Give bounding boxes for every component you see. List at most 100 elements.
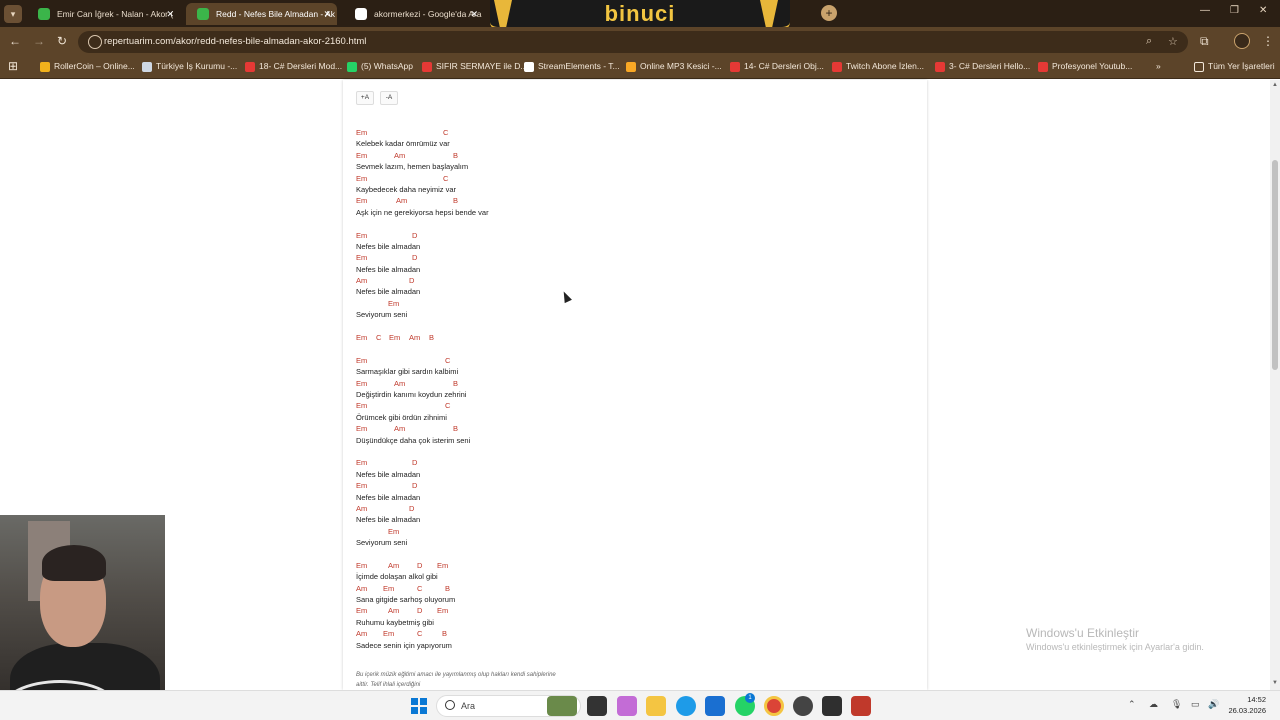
bookmark-item[interactable]: Türkiye İş Kurumu -... bbox=[142, 61, 237, 72]
tray-overflow-icon[interactable]: ⌃ bbox=[1128, 699, 1136, 710]
browser-tab[interactable]: Emir Can İğrek - Nalan - Akor (✕ bbox=[27, 3, 180, 25]
chord[interactable]: D bbox=[412, 230, 417, 241]
bookmark-item[interactable]: 18- C# Dersleri Mod... bbox=[245, 61, 342, 72]
chord[interactable]: Am bbox=[388, 605, 399, 616]
chord[interactable]: Em bbox=[383, 583, 394, 594]
chord[interactable]: D bbox=[409, 275, 414, 286]
chord[interactable]: C bbox=[445, 355, 450, 366]
url-text[interactable]: repertuarim.com/akor/redd-nefes-bile-alm… bbox=[104, 36, 366, 47]
chord[interactable]: B bbox=[453, 423, 458, 434]
chord[interactable]: D bbox=[412, 457, 417, 468]
onedrive-icon[interactable]: ☁ bbox=[1149, 699, 1158, 710]
chord[interactable]: Am bbox=[394, 378, 405, 389]
windows-start-icon[interactable] bbox=[411, 698, 427, 714]
copilot-icon[interactable] bbox=[617, 696, 637, 716]
apps-grid-icon[interactable]: ⊞ bbox=[8, 59, 18, 73]
bookmark-item[interactable]: SIFIR SERMAYE ile D... bbox=[422, 61, 527, 72]
chord[interactable]: D bbox=[417, 560, 422, 571]
chord[interactable]: D bbox=[412, 480, 417, 491]
chord[interactable]: Em bbox=[383, 628, 394, 639]
chord[interactable]: Am bbox=[396, 195, 407, 206]
bookmark-item[interactable]: (5) WhatsApp bbox=[347, 61, 413, 72]
profile-avatar[interactable] bbox=[1234, 33, 1250, 49]
chord[interactable]: Em bbox=[356, 560, 367, 571]
font-decrease-button[interactable]: -A bbox=[380, 91, 398, 105]
chord[interactable]: Em bbox=[356, 332, 367, 343]
maximize-icon[interactable]: ❐ bbox=[1230, 5, 1239, 16]
bookmark-item[interactable]: Twitch Abone İzlen... bbox=[832, 61, 924, 72]
edge-icon[interactable] bbox=[676, 696, 696, 716]
chord[interactable]: C bbox=[417, 628, 422, 639]
bookmarks-overflow-icon[interactable]: » bbox=[1148, 61, 1161, 71]
bookmark-item[interactable]: StreamElements - T... bbox=[524, 61, 620, 72]
chord[interactable]: Em bbox=[356, 252, 367, 263]
voicemeeter-icon[interactable] bbox=[851, 696, 871, 716]
reload-icon[interactable]: ↻ bbox=[57, 34, 67, 48]
system-clock[interactable]: 14:52 26.03.2026 bbox=[1226, 694, 1266, 716]
chord[interactable]: Em bbox=[356, 457, 367, 468]
chord[interactable]: Em bbox=[356, 230, 367, 241]
chord[interactable]: B bbox=[453, 150, 458, 161]
chord[interactable]: C bbox=[443, 173, 448, 184]
page-scrollbar[interactable]: ▲ ▼ bbox=[1270, 80, 1280, 690]
site-info-icon[interactable] bbox=[88, 35, 102, 49]
chord[interactable]: C bbox=[376, 332, 381, 343]
bookmark-star-icon[interactable]: ☆ bbox=[1168, 35, 1178, 48]
store-icon[interactable] bbox=[705, 696, 725, 716]
chord[interactable]: Em bbox=[356, 605, 367, 616]
extensions-icon[interactable]: ⧉ bbox=[1200, 34, 1209, 49]
tab-close-icon[interactable]: ✕ bbox=[166, 3, 174, 25]
scroll-up-icon[interactable]: ▲ bbox=[1272, 82, 1278, 88]
scroll-thumb[interactable] bbox=[1272, 160, 1278, 370]
chord[interactable]: Em bbox=[356, 400, 367, 411]
chord[interactable]: Em bbox=[388, 526, 399, 537]
chrome-icon[interactable] bbox=[764, 696, 784, 716]
chord[interactable]: Em bbox=[356, 173, 367, 184]
file-explorer-icon[interactable] bbox=[646, 696, 666, 716]
chord[interactable]: Am bbox=[388, 560, 399, 571]
chord[interactable]: C bbox=[417, 583, 422, 594]
tab-close-icon[interactable]: ✕ bbox=[323, 3, 331, 25]
bookmark-item[interactable]: Online MP3 Kesici -... bbox=[626, 61, 722, 72]
bookmark-item[interactable]: RollerCoin – Online... bbox=[40, 61, 135, 72]
network-icon[interactable]: ▭ bbox=[1191, 699, 1200, 710]
chord[interactable]: Em bbox=[388, 298, 399, 309]
chord[interactable]: Em bbox=[356, 378, 367, 389]
chord[interactable]: Am bbox=[356, 583, 367, 594]
chord[interactable]: D bbox=[417, 605, 422, 616]
browser-tab[interactable]: akormerkezi - Google'da Ara ✕ bbox=[344, 3, 484, 25]
chord[interactable]: B bbox=[453, 195, 458, 206]
obs-icon[interactable] bbox=[793, 696, 813, 716]
chord[interactable]: Em bbox=[356, 150, 367, 161]
bookmark-item[interactable]: Profesyonel Youtub... bbox=[1038, 61, 1132, 72]
zoom-icon[interactable]: ⌕ bbox=[1146, 35, 1152, 48]
tab-search-icon[interactable]: ▾ bbox=[4, 5, 22, 23]
forward-icon[interactable]: → bbox=[33, 34, 45, 48]
chord[interactable]: Am bbox=[356, 503, 367, 514]
chord[interactable]: D bbox=[409, 503, 414, 514]
scroll-down-icon[interactable]: ▼ bbox=[1272, 680, 1278, 686]
chord[interactable]: Am bbox=[394, 150, 405, 161]
chord[interactable]: Em bbox=[437, 560, 448, 571]
font-increase-button[interactable]: +A bbox=[356, 91, 374, 105]
back-icon[interactable]: ← bbox=[9, 34, 21, 48]
chord[interactable]: Em bbox=[356, 480, 367, 491]
volume-icon[interactable]: 🔊 bbox=[1208, 699, 1219, 710]
chord[interactable]: Em bbox=[356, 195, 367, 206]
chord[interactable]: Am bbox=[356, 275, 367, 286]
browser-tab[interactable]: Redd - Nefes Bile Almadan - Ak ✕ bbox=[186, 3, 337, 25]
browser-menu-icon[interactable]: ⋮ bbox=[1262, 34, 1274, 48]
chord[interactable]: Em bbox=[356, 127, 367, 138]
chord[interactable]: B bbox=[442, 628, 447, 639]
chord[interactable]: Em bbox=[437, 605, 448, 616]
app-icon[interactable] bbox=[822, 696, 842, 716]
chord[interactable]: B bbox=[445, 583, 450, 594]
chord[interactable]: Em bbox=[356, 355, 367, 366]
chord[interactable]: Am bbox=[356, 628, 367, 639]
new-tab-button[interactable]: + bbox=[821, 5, 837, 21]
address-bar[interactable]: repertuarim.com/akor/redd-nefes-bile-alm… bbox=[78, 31, 1188, 53]
chord[interactable]: C bbox=[443, 127, 448, 138]
microphone-icon[interactable]: 🎙 bbox=[1171, 699, 1182, 710]
chord[interactable]: Em bbox=[356, 423, 367, 434]
chord[interactable]: B bbox=[429, 332, 434, 343]
